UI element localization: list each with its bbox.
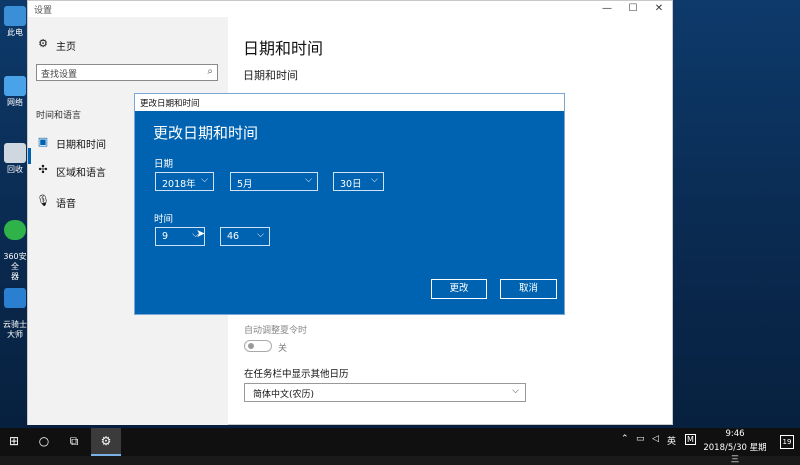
calendar-label: 在任务栏中显示其他日历 <box>244 369 349 380</box>
windows-logo-icon: ⊞ <box>8 434 20 448</box>
mouse-cursor-icon: ➤ <box>196 227 206 240</box>
time-label: 时间 <box>154 214 174 225</box>
dialog-body: 更改日期和时间 日期 2018年 ⌵ 5月 ⌵ 30日 ⌵ 时间 9 ⌵ 46 … <box>135 111 564 314</box>
dialog-heading: 更改日期和时间 <box>153 124 259 142</box>
window-title: 设置 <box>34 6 53 16</box>
gear-icon: ⚙ <box>100 434 112 448</box>
start-button[interactable]: ⊞ <box>0 428 28 456</box>
desktop-icon-label: 此电 <box>7 28 23 37</box>
network-icon[interactable]: ▭ <box>636 434 645 444</box>
recycle-bin-icon <box>4 143 26 163</box>
microphone-icon: 🎙 <box>36 194 50 207</box>
month-select[interactable]: 5月 ⌵ <box>230 172 318 191</box>
sidebar-item-label: 日期和时间 <box>56 140 106 151</box>
calendar-select-value: 简体中文(农历) <box>253 390 315 400</box>
chevron-down-icon: ⌵ <box>305 175 312 185</box>
date-label: 日期 <box>154 159 174 170</box>
cancel-button[interactable]: 取消 <box>500 279 557 299</box>
taskbar: ⊞ ○ ⧉ ⚙ ⌃ ▭ ◁ 英 M 9:46 2018/5/30 星期三 19 <box>0 428 800 465</box>
desktop-icon-360[interactable]: 360安全 器 <box>0 210 30 282</box>
toggle-knob <box>248 343 254 349</box>
day-select[interactable]: 30日 ⌵ <box>333 172 384 191</box>
desktop-icon-this-pc[interactable]: 此电 <box>0 6 30 38</box>
year-value: 2018年 <box>162 179 196 190</box>
desktop-icon-yunqishi[interactable]: 云骑士 大师 <box>0 278 30 340</box>
dialog-titlebar[interactable]: 更改日期和时间 <box>135 94 564 111</box>
sidebar-item-label: 主页 <box>56 42 76 53</box>
gear-icon: ⚙ <box>38 37 48 50</box>
desktop-icon-label: 360安全 器 <box>3 252 27 281</box>
search-placeholder: 查找设置 <box>41 70 78 80</box>
yunqishi-icon <box>4 288 26 308</box>
360-security-icon <box>4 220 26 240</box>
volume-icon[interactable]: ◁ <box>652 434 659 444</box>
sidebar-item-label: 区域和语言 <box>56 168 106 179</box>
clock-time[interactable]: 9:46 <box>700 429 770 439</box>
computer-icon <box>4 6 26 26</box>
window-titlebar[interactable]: 设置 — ☐ ✕ <box>28 1 672 17</box>
nav-group-label: 时间和语言 <box>36 111 82 121</box>
sidebar-item-label: 语音 <box>56 199 76 210</box>
network-icon <box>4 76 26 96</box>
toggle-state-label: 关 <box>278 344 288 354</box>
minute-select[interactable]: 46 ⌵ <box>220 227 270 246</box>
task-view-button[interactable]: ⧉ <box>60 428 88 456</box>
cortana-button[interactable]: ○ <box>30 428 58 456</box>
task-view-icon: ⧉ <box>69 434 79 448</box>
chevron-down-icon: ⌵ <box>512 386 519 396</box>
desktop-icon-label: 云骑士 大师 <box>3 320 27 339</box>
close-button[interactable]: ✕ <box>646 1 672 17</box>
taskbar-settings-app[interactable]: ⚙ <box>91 428 121 456</box>
hour-value: 9 <box>162 231 169 242</box>
sidebar-item-home[interactable]: ⚙ 主页 <box>28 31 228 57</box>
dst-label: 自动调整夏令时 <box>244 326 308 336</box>
calendar-clock-icon: ▣ <box>37 135 49 148</box>
change-date-time-dialog: 更改日期和时间 更改日期和时间 日期 2018年 ⌵ 5月 ⌵ 30日 ⌵ 时间… <box>134 93 565 315</box>
chevron-down-icon: ⌵ <box>257 230 264 240</box>
desktop-icon-label: 回收 <box>7 165 23 174</box>
search-icon: ⌕ <box>207 66 213 77</box>
desktop-icon-recycle-bin[interactable]: 回收 <box>0 143 30 175</box>
input-lang-indicator[interactable]: 英 <box>667 434 676 447</box>
change-button[interactable]: 更改 <box>431 279 487 299</box>
ime-indicator[interactable]: M <box>685 434 696 445</box>
region-language-icon: ✣ <box>38 163 48 176</box>
clock-date[interactable]: 2018/5/30 星期三 <box>700 441 770 465</box>
search-input[interactable]: 查找设置 ⌕ <box>36 64 218 81</box>
chevron-down-icon: ⌵ <box>201 175 208 185</box>
month-value: 5月 <box>237 179 253 190</box>
chevron-down-icon: ⌵ <box>371 175 378 185</box>
year-select[interactable]: 2018年 ⌵ <box>155 172 214 191</box>
notification-center-icon[interactable]: 19 <box>780 435 794 449</box>
section-title: 日期和时间 <box>243 69 298 82</box>
minute-value: 46 <box>227 231 240 242</box>
page-title: 日期和时间 <box>243 39 324 58</box>
search-circle-icon: ○ <box>38 434 50 448</box>
maximize-button[interactable]: ☐ <box>620 1 646 17</box>
chevron-up-icon[interactable]: ⌃ <box>621 434 629 444</box>
minimize-button[interactable]: — <box>594 1 620 17</box>
day-value: 30日 <box>340 179 362 190</box>
calendar-select[interactable]: 简体中文(农历) ⌵ <box>244 383 526 402</box>
dst-toggle[interactable] <box>244 340 272 352</box>
desktop-icon-network[interactable]: 网络 <box>0 76 30 108</box>
dialog-title: 更改日期和时间 <box>140 99 200 109</box>
desktop-icon-label: 网络 <box>7 98 23 107</box>
